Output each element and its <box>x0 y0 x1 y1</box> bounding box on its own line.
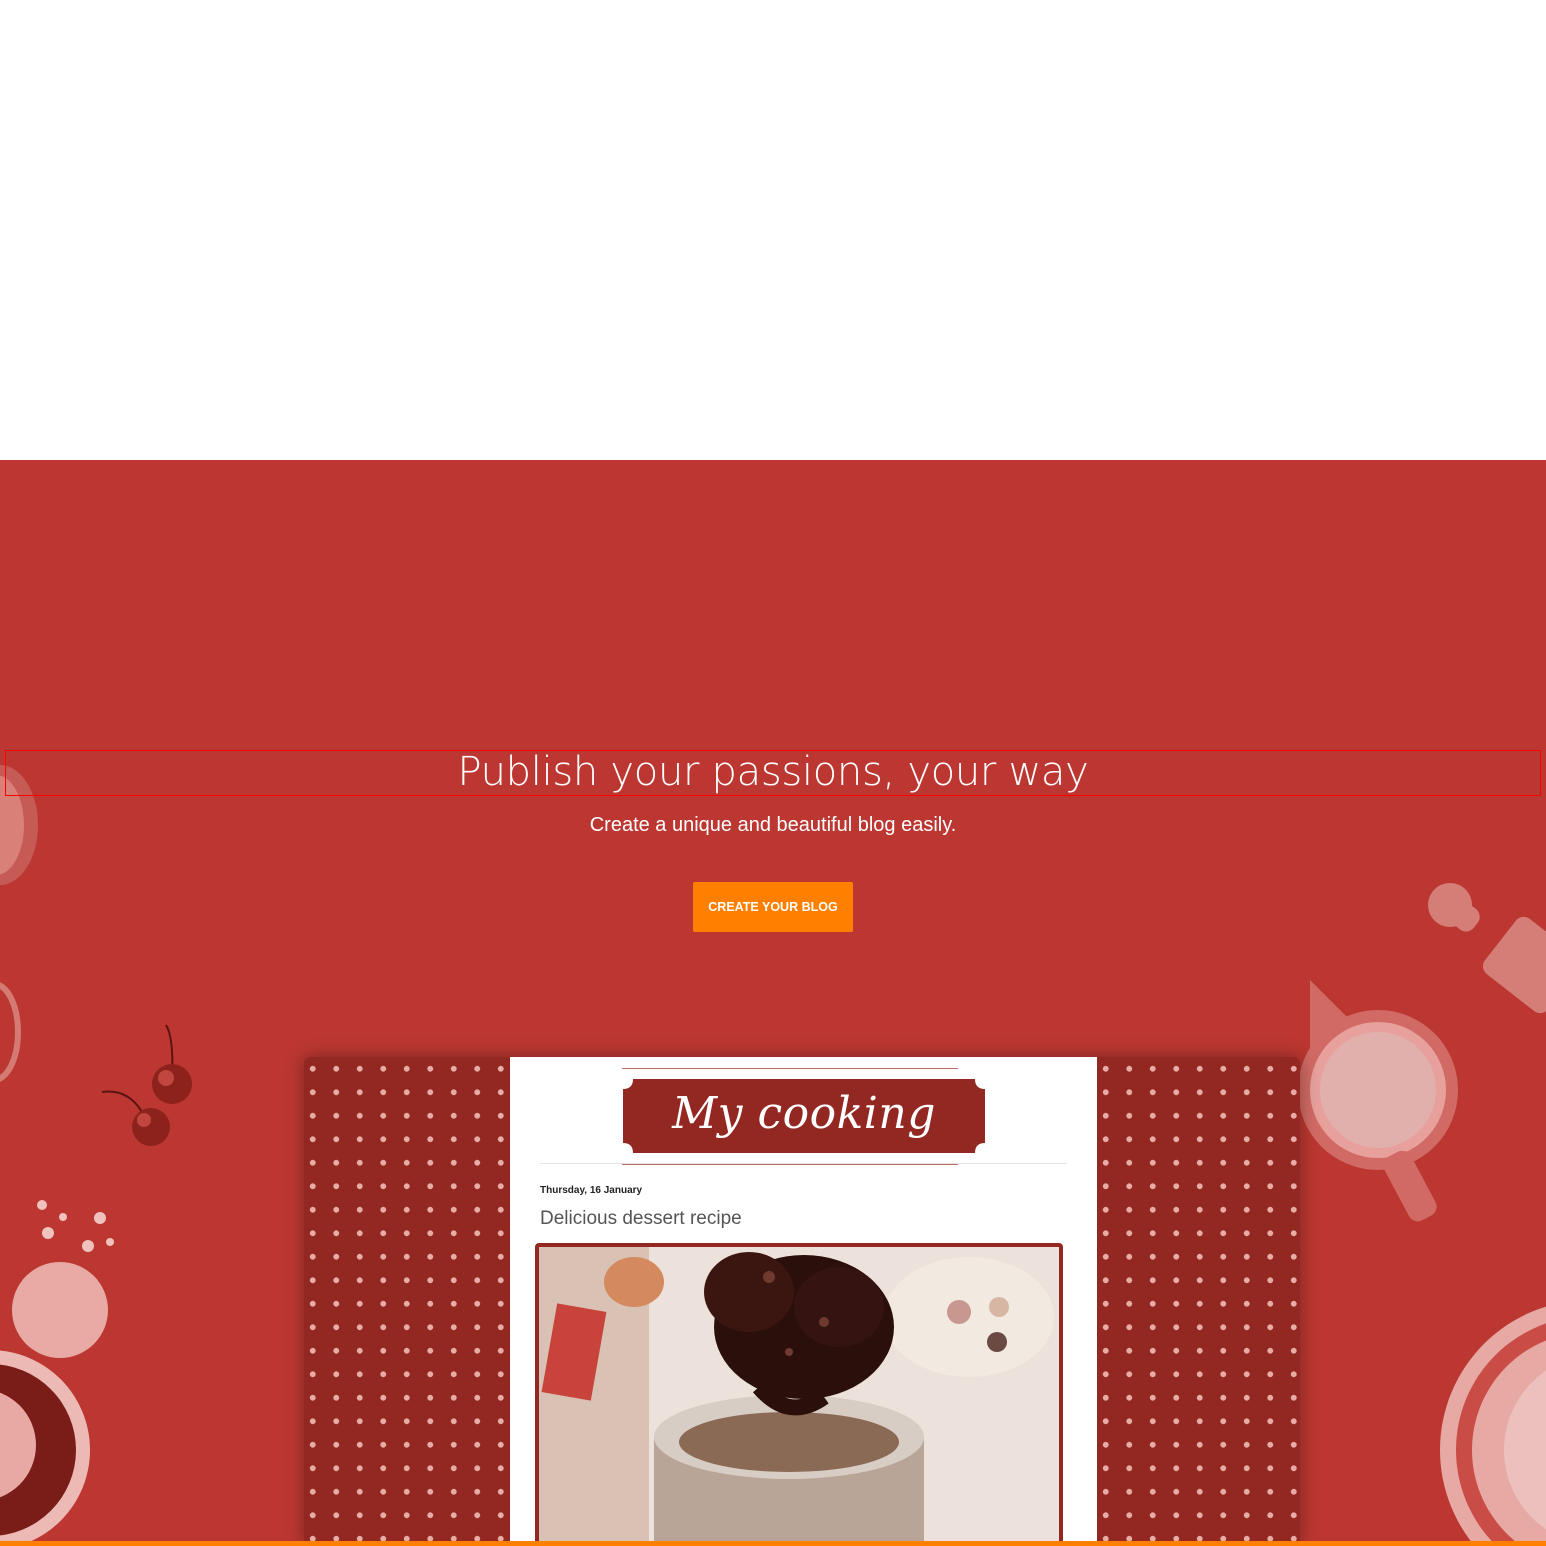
ring-icon <box>0 982 21 1082</box>
create-blog-button[interactable]: CREATE YOUR BLOG <box>693 882 853 932</box>
bottom-accent-bar <box>0 1541 1546 1546</box>
bowl-icon <box>0 1262 108 1546</box>
post-date: Thursday, 16 January <box>540 1185 643 1196</box>
blog-content-column: My cooking blog Thursday, 16 January Del… <box>510 1057 1097 1546</box>
hero-headline: Publish your passions, your way <box>457 749 1089 795</box>
bowl-right-icon <box>1440 1306 1546 1546</box>
banner-top-line <box>622 1068 958 1069</box>
post-title[interactable]: Delicious dessert recipe <box>540 1208 742 1230</box>
sprinkles-icon <box>37 1200 114 1252</box>
polka-dot-side-right <box>1097 1057 1300 1546</box>
pitcher-icon <box>1298 980 1458 1222</box>
polka-dot-side-left <box>304 1057 510 1546</box>
blog-title: My cooking blog <box>672 1088 936 1209</box>
top-blank-area <box>0 0 1546 460</box>
post-image[interactable] <box>535 1243 1063 1546</box>
hero-section: Publish your passions, your way Create a… <box>0 460 1546 1546</box>
hero-subheadline: Create a unique and beautiful blog easil… <box>589 814 957 836</box>
cherries-icon <box>101 1024 192 1146</box>
rolling-pin-icon <box>1428 883 1546 1014</box>
dessert-jar-image <box>539 1247 1059 1546</box>
header-divider <box>540 1163 1067 1164</box>
blog-preview: My cooking blog Thursday, 16 January Del… <box>304 1057 1300 1546</box>
banner-bottom-line <box>622 1164 958 1165</box>
